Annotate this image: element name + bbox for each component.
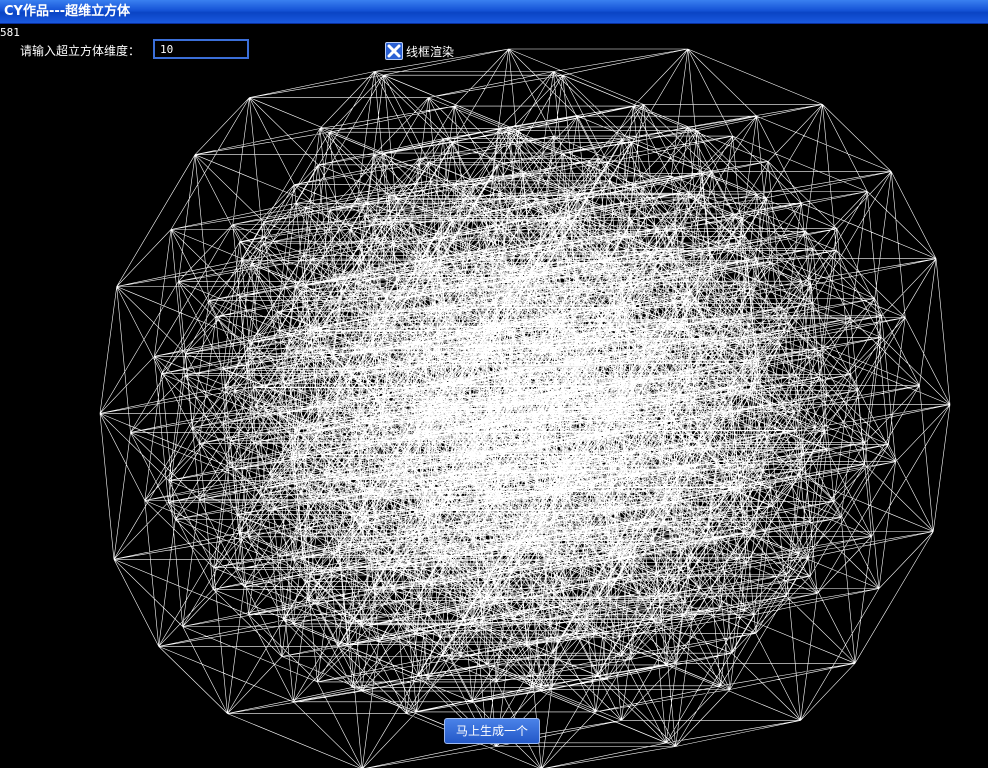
title-bar[interactable]: CY作品---超维立方体 bbox=[0, 0, 988, 24]
dimension-label: 请输入超立方体维度： bbox=[20, 44, 141, 58]
check-x-icon bbox=[387, 44, 401, 58]
generate-button[interactable]: 马上生成一个 bbox=[444, 718, 540, 744]
wireframe-checkbox[interactable] bbox=[385, 42, 403, 60]
render-area[interactable]: 581 请输入超立方体维度： 线框渲染 马上生成一个 bbox=[0, 24, 988, 768]
wireframe-toggle[interactable]: 线框渲染 bbox=[385, 42, 454, 60]
frame-counter: 581 bbox=[0, 26, 20, 39]
window-title: CY作品---超维立方体 bbox=[4, 4, 131, 19]
wireframe-label: 线框渲染 bbox=[406, 44, 455, 59]
hypercube-wireframe bbox=[99, 48, 951, 768]
dimension-input[interactable] bbox=[153, 39, 249, 59]
hypercube-edges bbox=[99, 48, 951, 768]
